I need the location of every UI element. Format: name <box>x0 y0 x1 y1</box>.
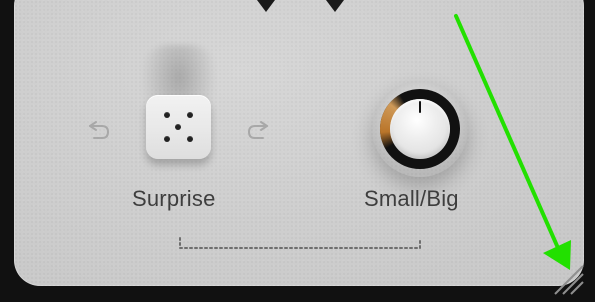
annotation-arrow <box>450 12 580 282</box>
small-big-label: Small/Big <box>364 186 459 211</box>
dice-pip <box>164 112 170 118</box>
resize-grip-icon <box>554 265 584 295</box>
dice-pip <box>187 136 193 142</box>
chevron-right-icon[interactable] <box>326 0 344 12</box>
undo-button[interactable] <box>84 114 114 144</box>
surprise-label: Surprise <box>132 186 216 211</box>
group-bracket-icon <box>179 237 421 249</box>
dice-pip <box>187 112 193 118</box>
knob-indicator <box>419 101 421 113</box>
dice-pip <box>164 136 170 142</box>
app-window: Surprise Small/Big <box>0 0 595 302</box>
resize-grip[interactable] <box>549 260 585 296</box>
dice-pip <box>175 124 181 130</box>
redo-icon <box>248 121 268 139</box>
chevron-left-icon[interactable] <box>257 0 275 12</box>
group-bracket <box>178 236 422 260</box>
surprise-dice-button[interactable] <box>146 95 211 159</box>
redo-button[interactable] <box>243 114 273 144</box>
undo-icon <box>89 121 109 139</box>
arrow-down-right-icon <box>454 14 571 270</box>
